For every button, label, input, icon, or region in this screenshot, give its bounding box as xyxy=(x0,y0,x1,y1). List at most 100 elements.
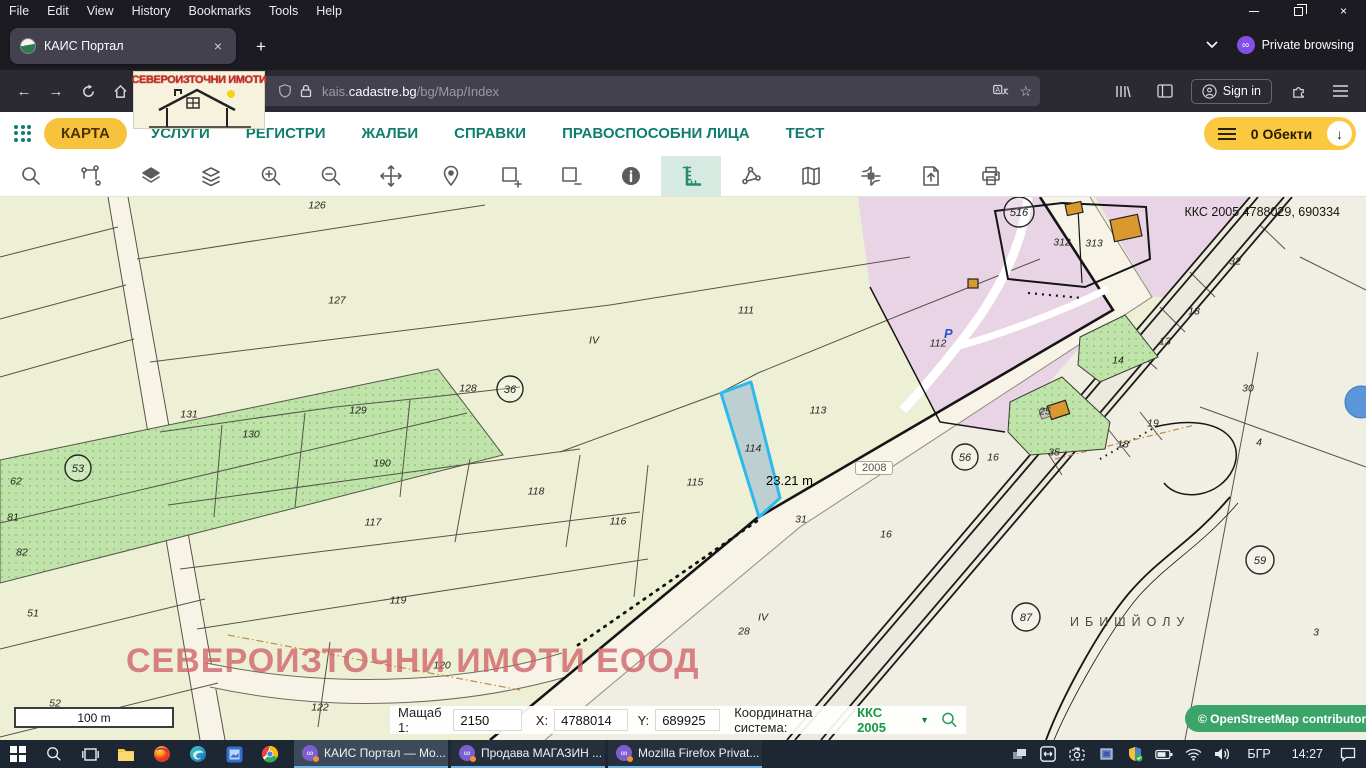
menu-item-view[interactable]: View xyxy=(78,4,123,18)
tray-capture-icon[interactable] xyxy=(1065,740,1089,768)
circled-parcel-label: 53 xyxy=(72,463,85,475)
x-input[interactable]: 4788014 xyxy=(554,709,628,731)
y-input[interactable]: 689925 xyxy=(655,709,720,731)
taskbar-search-icon[interactable] xyxy=(36,740,72,768)
forward-button[interactable]: → xyxy=(40,76,72,106)
library-icon[interactable] xyxy=(1107,76,1139,106)
firefox-icon[interactable] xyxy=(144,740,180,768)
objects-button[interactable]: 0 Обекти ↓ xyxy=(1204,117,1356,150)
app-menu-hamburger-icon[interactable] xyxy=(1324,76,1356,106)
tray-vm-icon[interactable] xyxy=(1094,740,1118,768)
site-nav-item[interactable]: ПРАВОСПОСОБНИ ЛИЦА xyxy=(562,125,750,142)
tool-info-button[interactable] xyxy=(601,156,661,196)
language-indicator[interactable]: БГР xyxy=(1239,747,1278,761)
sign-in-button[interactable]: Sign in xyxy=(1191,79,1272,104)
menu-item-history[interactable]: History xyxy=(123,4,180,18)
site-nav-item[interactable]: СПРАВКИ xyxy=(454,125,526,142)
url-bar[interactable]: kais.cadastre.bg/bg/Map/Index A ☆ xyxy=(152,76,1040,106)
site-nav-item[interactable]: КАРТА xyxy=(44,118,127,149)
tool-trace-button[interactable] xyxy=(61,156,121,196)
tray-wifi-icon[interactable] xyxy=(1181,740,1205,768)
tab-close-icon[interactable]: × xyxy=(210,36,226,56)
parcel-label: 129 xyxy=(349,405,367,417)
private-browsing-badge: ∞ Private browsing xyxy=(1237,36,1354,54)
parcel-label: 82 xyxy=(16,547,28,559)
apps-grid-icon[interactable] xyxy=(14,125,32,143)
edge-icon[interactable] xyxy=(180,740,216,768)
tool-extent-add-button[interactable] xyxy=(481,156,541,196)
back-button[interactable]: ← xyxy=(8,76,40,106)
tool-export-button[interactable] xyxy=(901,156,961,196)
tray-remote-icon[interactable] xyxy=(1036,740,1060,768)
tool-extent-remove-button[interactable] xyxy=(541,156,601,196)
menu-item-file[interactable]: File xyxy=(0,4,38,18)
parcel-label: 81 xyxy=(7,512,19,524)
crs-dropdown[interactable]: ККС 2005 xyxy=(857,705,906,735)
taskbar-task[interactable]: ∞КАИС Портал — Mo... xyxy=(294,740,448,768)
osm-attribution[interactable]: © OpenStreetMap contributors. xyxy=(1185,705,1366,732)
menu-item-bookmarks[interactable]: Bookmarks xyxy=(179,4,260,18)
taskbar-task[interactable]: ∞Продава МАГАЗИН ... xyxy=(451,740,605,768)
tray-windows-cascade-icon[interactable] xyxy=(1007,740,1031,768)
menu-item-tools[interactable]: Tools xyxy=(260,4,307,18)
tool-zoom-in-button[interactable] xyxy=(241,156,301,196)
site-nav-item[interactable]: ЖАЛБИ xyxy=(362,125,419,142)
tool-basemap-button[interactable] xyxy=(781,156,841,196)
objects-download-icon[interactable]: ↓ xyxy=(1327,121,1352,146)
tool-search-button[interactable] xyxy=(1,156,61,196)
tray-defender-icon[interactable] xyxy=(1123,740,1147,768)
chrome-icon[interactable] xyxy=(252,740,288,768)
list-tabs-chevron-icon[interactable] xyxy=(1201,34,1223,56)
site-nav-item[interactable]: ТЕСТ xyxy=(786,125,825,142)
menu-item-help[interactable]: Help xyxy=(307,4,351,18)
extensions-puzzle-icon[interactable] xyxy=(1282,76,1314,106)
tool-graticule-button[interactable] xyxy=(841,156,901,196)
action-center-icon[interactable] xyxy=(1336,740,1360,768)
bookmark-star-icon[interactable]: ☆ xyxy=(1019,83,1032,100)
parcel-label: 28 xyxy=(737,626,750,638)
tray-battery-icon[interactable] xyxy=(1152,740,1176,768)
translate-icon[interactable]: A xyxy=(993,84,1009,98)
system-tray: БГР 14:27 xyxy=(1007,740,1366,768)
minimize-button[interactable] xyxy=(1231,0,1276,22)
close-button[interactable]: × xyxy=(1321,0,1366,22)
parcel-label: 116 xyxy=(610,516,627,528)
parcel-label: 114 xyxy=(745,443,762,455)
parcel-label: 131 xyxy=(180,409,198,421)
tray-volume-icon[interactable] xyxy=(1210,740,1234,768)
tool-layers-filled-button[interactable] xyxy=(121,156,181,196)
tool-marker-button[interactable] xyxy=(421,156,481,196)
browser-tab[interactable]: КАИС Портал × xyxy=(10,28,236,64)
file-explorer-icon[interactable] xyxy=(108,740,144,768)
objects-count-label: 0 Обекти xyxy=(1246,126,1317,142)
sidebar-icon[interactable] xyxy=(1149,76,1181,106)
tool-zoom-out-button[interactable] xyxy=(301,156,361,196)
tool-measure-area-button[interactable] xyxy=(721,156,781,196)
taskbar-task[interactable]: ∞Mozilla Firefox Privat... xyxy=(608,740,762,768)
coords-search-icon[interactable] xyxy=(941,710,958,730)
cursor-coords-readout: ККС 2005 4788029, 690334 xyxy=(1184,205,1340,219)
restore-button[interactable] xyxy=(1276,0,1321,22)
tool-measure-button[interactable] xyxy=(661,156,721,196)
measurement-label: 23.21 m xyxy=(766,473,813,488)
reload-button[interactable] xyxy=(72,76,104,106)
start-button[interactable] xyxy=(0,740,36,768)
map-viewport[interactable]: 126127IV11112812913013119011811711611511… xyxy=(0,197,1366,740)
task-title: Продава МАГАЗИН ... xyxy=(481,746,602,760)
tool-print-button[interactable] xyxy=(961,156,1021,196)
scale-input[interactable]: 2150 xyxy=(453,709,521,731)
parcel-label: 32 xyxy=(1229,256,1241,268)
new-tab-button[interactable]: + xyxy=(248,34,274,60)
tab-bar: КАИС Портал × + ∞ Private browsing xyxy=(0,22,1366,70)
clock[interactable]: 14:27 xyxy=(1284,747,1331,761)
taskbar-app-icon[interactable] xyxy=(216,740,252,768)
watermark-text: СЕВЕРОИЗТОЧНИ ИМОТИ ЕООД xyxy=(126,642,699,681)
task-view-icon[interactable] xyxy=(72,740,108,768)
crs-caret-icon[interactable]: ▼ xyxy=(920,715,929,725)
parcel-label: 117 xyxy=(365,517,383,529)
menu-item-edit[interactable]: Edit xyxy=(38,4,78,18)
tool-layers-outline-button[interactable] xyxy=(181,156,241,196)
svg-text:A: A xyxy=(996,86,1001,94)
place-name-label: ИБИШЙОЛУ xyxy=(1070,615,1190,629)
tool-pan-button[interactable] xyxy=(361,156,421,196)
